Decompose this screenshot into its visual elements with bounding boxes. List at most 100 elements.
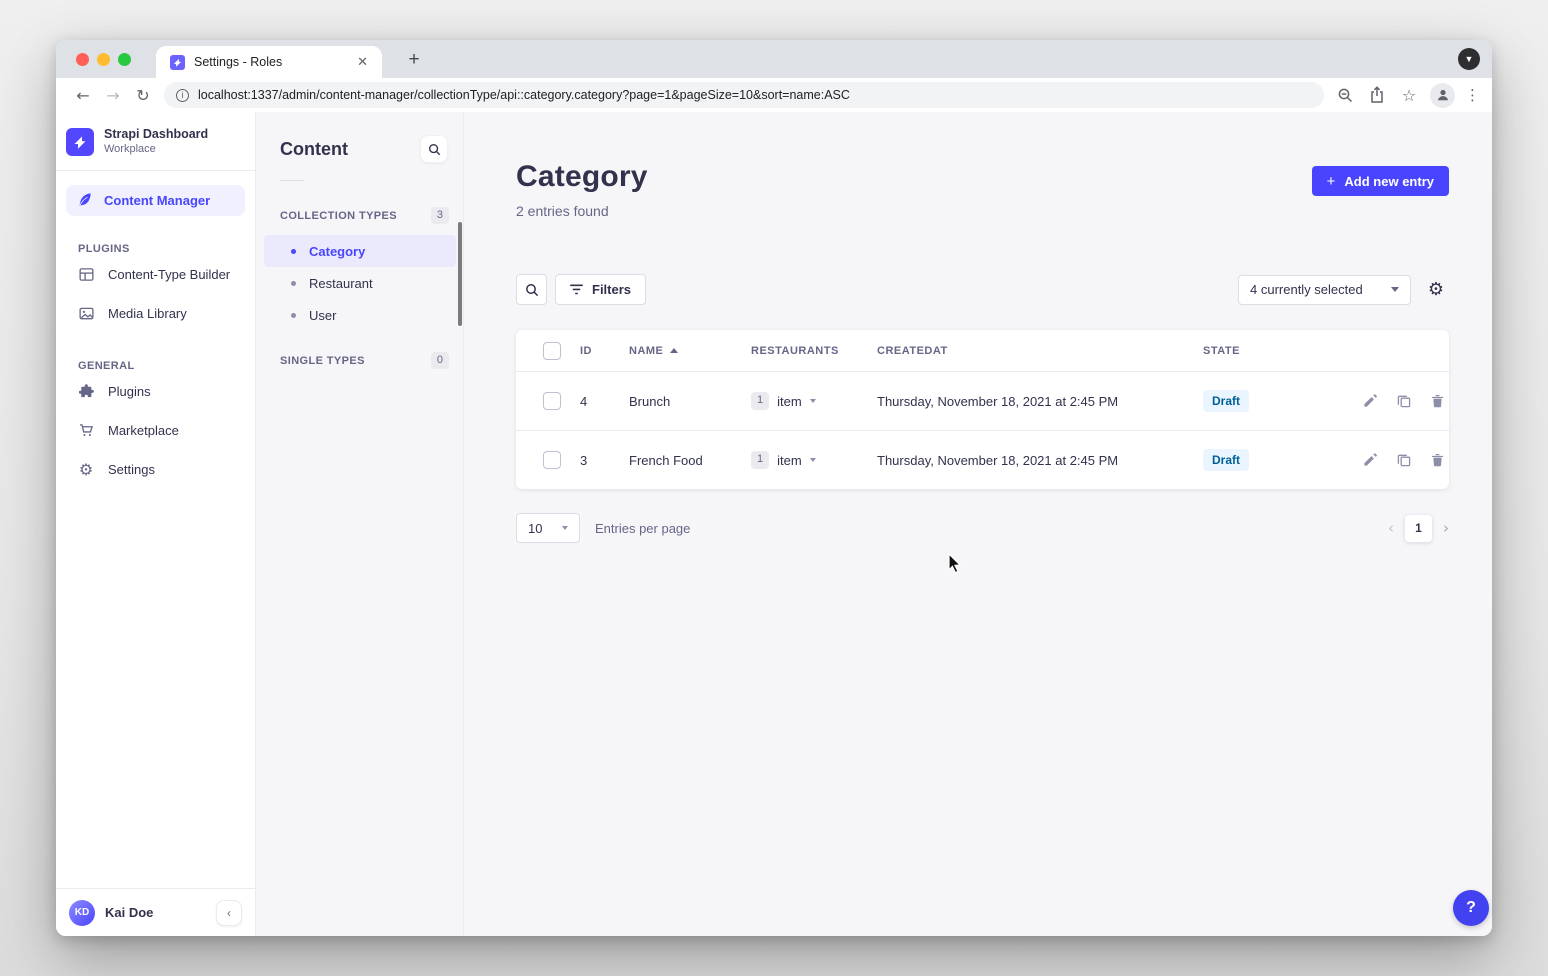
collection-types-label: COLLECTION TYPES	[280, 210, 397, 222]
sidebar-item-label: Media Library	[108, 306, 187, 321]
user-name: Kai Doe	[105, 905, 216, 920]
reload-icon[interactable]: ↻	[128, 86, 158, 105]
select-all-checkbox[interactable]	[543, 342, 561, 360]
sidebar-user-row: KD Kai Doe ‹	[56, 888, 255, 936]
back-icon[interactable]: ←	[68, 86, 98, 105]
filter-icon	[570, 284, 583, 295]
browser-tab[interactable]: Settings - Roles ✕	[156, 46, 382, 78]
sidebar-item-label: Plugins	[108, 384, 151, 399]
row-actions	[1363, 453, 1449, 467]
divider	[280, 180, 304, 181]
sidebar-section-general: GENERAL	[78, 360, 255, 372]
main-sidebar: Strapi Dashboard Workplace Content Manag…	[56, 112, 256, 936]
row-checkbox[interactable]	[543, 392, 561, 410]
edit-pencil-icon[interactable]	[1363, 394, 1377, 408]
help-button[interactable]: ?	[1453, 890, 1489, 926]
table-settings-button[interactable]: ⚙	[1423, 281, 1449, 299]
single-types-count-badge: 0	[431, 352, 449, 369]
edit-pencil-icon[interactable]	[1363, 453, 1377, 467]
cell-name: Brunch	[629, 394, 751, 409]
close-window-button[interactable]	[76, 53, 89, 66]
strapi-logo-icon	[66, 128, 94, 156]
site-info-icon[interactable]: i	[176, 89, 189, 102]
strapi-favicon-icon	[170, 55, 185, 70]
table-search-button[interactable]	[516, 274, 547, 305]
table-row[interactable]: 3 French Food 1 item Thursday, November …	[516, 430, 1449, 489]
delete-trash-icon[interactable]	[1431, 394, 1444, 408]
relation-label: item	[777, 453, 802, 468]
subnav-item-user[interactable]: User	[264, 299, 456, 331]
chevron-down-icon[interactable]	[810, 458, 816, 462]
browser-user-avatar[interactable]	[1430, 83, 1455, 108]
tab-close-icon[interactable]: ✕	[353, 52, 372, 72]
next-page-icon[interactable]: ›	[1443, 519, 1449, 537]
cart-icon	[78, 423, 94, 439]
browser-toolbar: ← → ↻ i localhost:1337/admin/content-man…	[56, 78, 1492, 112]
duplicate-copy-icon[interactable]	[1397, 453, 1411, 467]
filters-button[interactable]: Filters	[555, 274, 646, 305]
cell-restaurants[interactable]: 1 item	[751, 392, 877, 409]
zoom-window-button[interactable]	[118, 53, 131, 66]
sidebar-item-label: Content Manager	[104, 193, 210, 208]
forward-icon[interactable]: →	[98, 86, 128, 105]
zoom-search-icon[interactable]	[1334, 84, 1356, 106]
sidebar-item-settings[interactable]: ⚙ Settings	[56, 450, 255, 489]
duplicate-copy-icon[interactable]	[1397, 394, 1411, 408]
entries-table: ID NAME RESTAURANTS CREATEDAT STATE 4 Br…	[516, 330, 1449, 489]
subnav-search-button[interactable]	[420, 135, 448, 163]
subnav-item-category[interactable]: Category	[264, 235, 456, 267]
chevron-down-icon	[1391, 287, 1399, 292]
share-icon[interactable]	[1366, 84, 1388, 106]
column-header-restaurants[interactable]: RESTAURANTS	[751, 345, 877, 357]
strapi-app: Strapi Dashboard Workplace Content Manag…	[56, 112, 1492, 936]
cell-restaurants[interactable]: 1 item	[751, 451, 877, 468]
address-bar[interactable]: i localhost:1337/admin/content-manager/c…	[164, 82, 1324, 108]
sidebar-item-content-type-builder[interactable]: Content-Type Builder	[56, 255, 255, 294]
sidebar-item-plugins[interactable]: Plugins	[56, 372, 255, 411]
bullet-icon	[291, 249, 296, 254]
row-checkbox[interactable]	[543, 451, 561, 469]
browser-profile-icon[interactable]: ▼	[1458, 48, 1480, 70]
page-size-select[interactable]: 10	[516, 513, 580, 543]
sidebar-item-content-manager[interactable]: Content Manager	[66, 185, 245, 216]
add-new-entry-label: Add new entry	[1344, 174, 1434, 189]
collection-types-count-badge: 3	[431, 207, 449, 224]
cell-id: 4	[580, 394, 629, 409]
browser-tab-bar: Settings - Roles ✕ + ▼	[56, 40, 1492, 78]
subnav-item-restaurant[interactable]: Restaurant	[264, 267, 456, 299]
pager: ‹ 1 ›	[1388, 515, 1449, 542]
workspace-subtitle: Workplace	[104, 143, 208, 157]
cell-createdat: Thursday, November 18, 2021 at 2:45 PM	[877, 453, 1203, 468]
new-tab-button[interactable]: +	[402, 49, 426, 71]
current-page-button[interactable]: 1	[1405, 515, 1432, 542]
gear-icon: ⚙	[78, 462, 94, 478]
bullet-icon	[291, 281, 296, 286]
column-header-name[interactable]: NAME	[629, 345, 751, 357]
chevron-down-icon[interactable]	[810, 399, 816, 403]
collapse-sidebar-button[interactable]: ‹	[216, 900, 242, 926]
sidebar-item-marketplace[interactable]: Marketplace	[56, 411, 255, 450]
table-row[interactable]: 4 Brunch 1 item Thursday, November 18, 2…	[516, 371, 1449, 430]
browser-action-icons: ☆ ⋮	[1334, 83, 1480, 108]
column-header-label: NAME	[629, 345, 663, 357]
browser-menu-icon[interactable]: ⋮	[1465, 86, 1480, 104]
cell-createdat: Thursday, November 18, 2021 at 2:45 PM	[877, 394, 1203, 409]
minimize-window-button[interactable]	[97, 53, 110, 66]
column-header-createdat[interactable]: CREATEDAT	[877, 345, 1203, 357]
column-header-state[interactable]: STATE	[1203, 345, 1363, 357]
previous-page-icon[interactable]: ‹	[1388, 519, 1394, 537]
delete-trash-icon[interactable]	[1431, 453, 1444, 467]
tab-title: Settings - Roles	[194, 55, 353, 69]
subnav-title: Content	[280, 139, 348, 160]
subnav-item-label: Category	[309, 244, 365, 259]
add-new-entry-button[interactable]: + Add new entry	[1312, 166, 1449, 196]
column-header-id[interactable]: ID	[580, 345, 629, 357]
user-avatar[interactable]: KD	[69, 900, 95, 926]
bookmark-star-icon[interactable]: ☆	[1398, 84, 1420, 106]
columns-select[interactable]: 4 currently selected	[1238, 275, 1411, 305]
feather-pen-icon	[77, 192, 92, 210]
sidebar-item-media-library[interactable]: Media Library	[56, 294, 255, 333]
scrollbar-thumb[interactable]	[458, 222, 462, 326]
workspace-brand[interactable]: Strapi Dashboard Workplace	[56, 112, 255, 171]
state-badge: Draft	[1203, 449, 1249, 471]
